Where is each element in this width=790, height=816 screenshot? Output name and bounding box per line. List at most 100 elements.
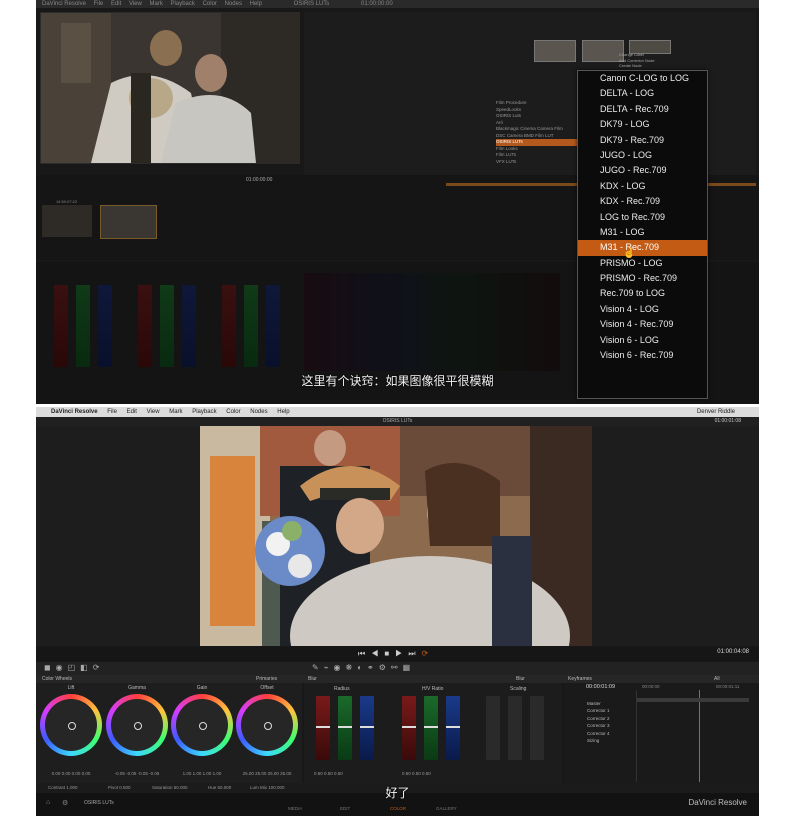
offset-wheel[interactable]	[236, 694, 298, 756]
radius-green-slider[interactable]	[338, 696, 352, 760]
node-1[interactable]	[534, 40, 576, 62]
track-corrector-2[interactable]: Corrector 2	[567, 715, 610, 722]
lut-item[interactable]: JUGO - Rec.709	[578, 163, 707, 178]
hv-green-slider[interactable]	[424, 696, 438, 760]
loop-icon[interactable]: ⟳	[422, 649, 435, 658]
clip-thumbnail-1[interactable]	[42, 205, 92, 237]
play-reverse-icon[interactable]: ◀	[371, 649, 384, 658]
fader-blue-2[interactable]	[182, 285, 196, 367]
node-context-menu[interactable]: Change Label Add Corrector Node Create N…	[619, 52, 655, 69]
lift-handle[interactable]	[68, 722, 76, 730]
keyframe-track-list: Master Corrector 1 Corrector 2 Corrector…	[567, 700, 610, 744]
lut-item[interactable]: PRISMO - Rec.709	[578, 271, 707, 286]
lut-item[interactable]: JUGO - LOG	[578, 148, 707, 163]
project-title: OSIRIS LUTs	[293, 1, 330, 7]
playhead[interactable]	[699, 690, 700, 782]
fader-red-3[interactable]	[222, 285, 236, 367]
radius-blue-slider[interactable]	[360, 696, 374, 760]
radius-red-slider[interactable]	[316, 696, 330, 760]
gamma-wheel[interactable]	[106, 694, 168, 756]
track-corrector-1[interactable]: Corrector 1	[567, 707, 610, 714]
lut-item[interactable]: DELTA - LOG	[578, 86, 707, 101]
lut-item[interactable]: Vision 6 - LOG	[578, 333, 707, 348]
keyframe-timecode: 00:00:01:09	[586, 684, 616, 690]
gain-wheel[interactable]	[171, 694, 233, 756]
primaries-mode[interactable]: Primaries	[256, 675, 277, 683]
lut-item[interactable]: Canon C-LOG to LOG	[578, 71, 707, 86]
track-master[interactable]: Master	[567, 700, 610, 707]
keyframe-grid[interactable]	[636, 690, 749, 782]
fader-blue[interactable]	[98, 285, 112, 367]
menu-mark[interactable]: Mark	[150, 1, 163, 7]
keyframes-mode[interactable]: All	[714, 675, 720, 683]
menu-view[interactable]: View	[129, 1, 142, 7]
scaling-slider-2[interactable]	[508, 696, 522, 760]
lut-item-selected[interactable]: M31 - Rec.709	[578, 240, 707, 256]
menu-nodes[interactable]: Nodes	[225, 1, 242, 7]
lift-wheel[interactable]	[40, 694, 102, 756]
fader-green-2[interactable]	[160, 285, 174, 367]
lut-item[interactable]: PRISMO - LOG	[578, 256, 707, 271]
stop-icon[interactable]: ■	[384, 649, 395, 658]
menu-file[interactable]: File	[107, 409, 117, 415]
tab-gallery[interactable]: GALLERY	[436, 806, 457, 811]
menu-edit[interactable]: Edit	[111, 1, 121, 7]
tab-edit[interactable]: EDIT	[340, 806, 350, 811]
lut-item[interactable]: DK79 - LOG	[578, 117, 707, 132]
menu-color[interactable]: Color	[226, 409, 240, 415]
fader-green[interactable]	[76, 285, 90, 367]
skip-start-icon[interactable]: ⏮	[358, 649, 371, 658]
hv-red-slider[interactable]	[402, 696, 416, 760]
gain-handle[interactable]	[199, 722, 207, 730]
tab-color[interactable]: COLOR	[390, 806, 406, 811]
scaling-slider-3[interactable]	[530, 696, 544, 760]
lut-item[interactable]: Vision 6 - Rec.709	[578, 348, 707, 363]
fader-green-3[interactable]	[244, 285, 258, 367]
transport-controls[interactable]: ⏮◀■▶⏭⟳	[358, 649, 434, 659]
lut-item[interactable]: Rec.709 to LOG	[578, 286, 707, 301]
lut-item[interactable]: DELTA - Rec.709	[578, 102, 707, 117]
node-2[interactable]	[582, 40, 624, 62]
context-item[interactable]: Create Node	[619, 63, 655, 69]
clip-thumbnail-2[interactable]	[100, 205, 157, 239]
fader-red[interactable]	[54, 285, 68, 367]
play-icon[interactable]: ▶	[395, 649, 408, 658]
track-sizing[interactable]: Sizing	[567, 737, 610, 744]
track-corrector-3[interactable]: Corrector 3	[567, 722, 610, 729]
offset-handle[interactable]	[264, 722, 272, 730]
submenu-item[interactable]: VFX LUTs	[496, 159, 586, 166]
blur-mode[interactable]: Blur	[516, 675, 525, 683]
track-corrector-4[interactable]: Corrector 4	[567, 730, 610, 737]
lut-item[interactable]: Vision 4 - LOG	[578, 302, 707, 317]
menu-mark[interactable]: Mark	[169, 409, 182, 415]
gamma-handle[interactable]	[134, 722, 142, 730]
lut-dropdown-menu[interactable]: Canon C-LOG to LOG DELTA - LOG DELTA - R…	[577, 70, 708, 399]
lut-item[interactable]: Vision 4 - Rec.709	[578, 317, 707, 332]
hv-blue-slider[interactable]	[446, 696, 460, 760]
viewer-frame	[40, 12, 300, 164]
lut-item[interactable]: M31 - LOG	[578, 225, 707, 240]
menu-file[interactable]: File	[94, 1, 104, 7]
menu-nodes[interactable]: Nodes	[250, 409, 267, 415]
menu-view[interactable]: View	[147, 409, 160, 415]
tool-icons[interactable]: ✎⌁◉❋◐⚭⚙⚯▦	[312, 663, 415, 672]
fader-blue-3[interactable]	[266, 285, 280, 367]
menu-app[interactable]: DaVinci Resolve	[51, 409, 98, 415]
tab-media[interactable]: MEDIA	[288, 806, 302, 811]
menu-help[interactable]: Help	[250, 1, 262, 7]
lut-item[interactable]: KDX - Rec.709	[578, 194, 707, 209]
camera-icons[interactable]: ◼◉◰◧⟳	[44, 663, 104, 672]
menu-color[interactable]: Color	[203, 1, 217, 7]
menu-playback[interactable]: Playback	[171, 1, 195, 7]
menu-edit[interactable]: Edit	[127, 409, 137, 415]
menu-app[interactable]: DaVinci Resolve	[42, 1, 86, 7]
lut-submenu[interactable]: Film Procedure SpeedLooks OSIRIS Luts Ar…	[496, 100, 586, 165]
lut-item[interactable]: DK79 - Rec.709	[578, 133, 707, 148]
lut-item[interactable]: LOG to Rec.709	[578, 210, 707, 225]
menu-playback[interactable]: Playback	[192, 409, 216, 415]
menu-help[interactable]: Help	[277, 409, 289, 415]
skip-end-icon[interactable]: ⏭	[408, 649, 421, 658]
lut-item[interactable]: KDX - LOG	[578, 179, 707, 194]
scaling-slider-1[interactable]	[486, 696, 500, 760]
fader-red-2[interactable]	[138, 285, 152, 367]
